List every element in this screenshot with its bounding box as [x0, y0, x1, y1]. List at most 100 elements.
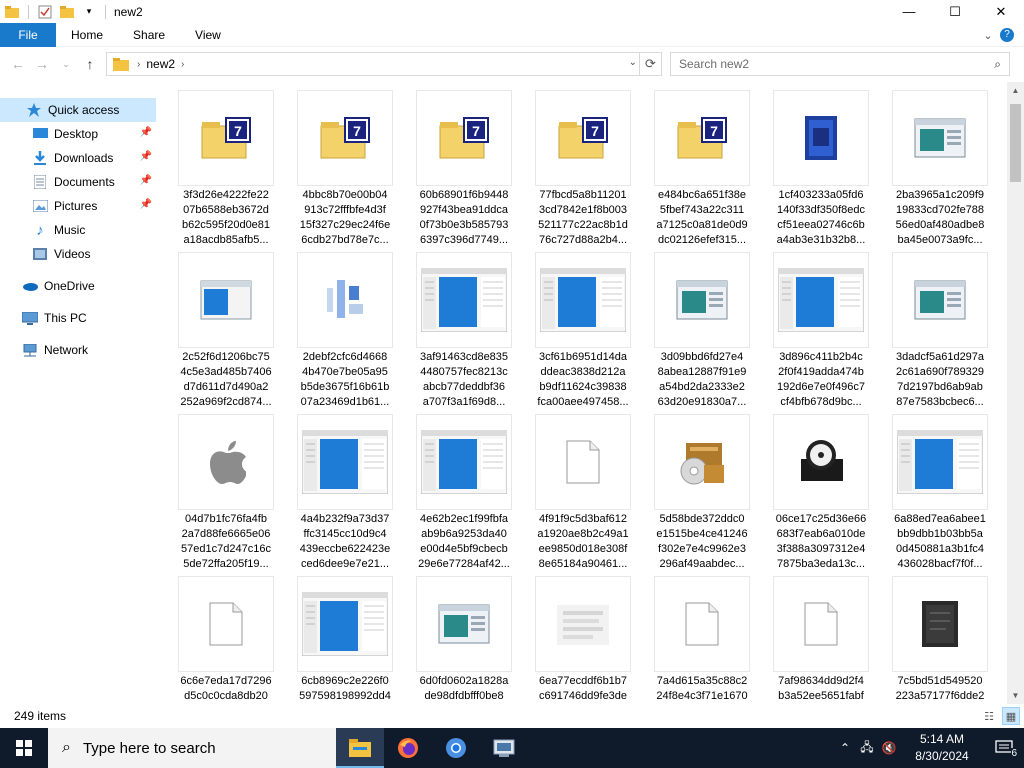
file-explorer-icon[interactable] [336, 728, 384, 768]
file-item[interactable]: 6d0fd0602a1828a de98dfdbfff0be8 [416, 568, 512, 704]
file-item[interactable]: 06ce17c25d36e66 683f7eab6a010de 3f388a30… [773, 406, 869, 570]
file-item[interactable]: 3dadcf5a61d297a 2c61a690f789329 7d2197bd… [892, 244, 988, 408]
network-icon[interactable]: 🖧 [856, 738, 878, 759]
file-item[interactable]: 4a4b232f9a73d37 ffc3145cc10d9c4 439eccbe… [297, 406, 393, 570]
folder-7z-icon: 7 [178, 90, 274, 186]
address-bar[interactable]: › new2 › ⌄ [106, 52, 640, 76]
file-item[interactable]: 4f91f9c5d3baf612 a1920ae8b2c49a1 ee9850d… [535, 406, 631, 570]
volume-muted-icon[interactable]: 🔇 [878, 741, 900, 755]
nav-label: OneDrive [44, 279, 95, 293]
notification-center-button[interactable]: 6 [984, 728, 1024, 768]
file-name: 1cf403233a05fd6 140f33df350f8edc cf51eea… [776, 189, 866, 246]
expand-ribbon-icon[interactable]: ⌄ [976, 29, 1000, 42]
pin-icon[interactable]: 📌 [140, 127, 152, 138]
nav-this-pc[interactable]: This PC [0, 306, 156, 330]
back-button[interactable]: ← [6, 52, 30, 76]
file-item[interactable]: 7 4bbc8b70e00b04 913c72fffbfe4d3f 15f327c… [297, 82, 393, 246]
start-button[interactable] [0, 728, 48, 768]
tab-share[interactable]: Share [118, 23, 180, 47]
customize-toolbar-icon[interactable]: ▾ [81, 4, 97, 20]
pin-icon[interactable]: 📌 [140, 199, 152, 210]
nav-music[interactable]: ♪ Music [0, 218, 156, 242]
recent-locations-button[interactable]: ⌄ [54, 52, 78, 76]
file-item[interactable]: 3d896c411b2b4c 2f0f419adda474b 192d6e7e0… [773, 244, 869, 408]
application-window-icon [892, 252, 988, 348]
file-item[interactable]: 7 77fbcd5a8b11201 3cd7842e1f8b003 521177c… [535, 82, 631, 246]
taskbar-search-box[interactable]: ⌕ Type here to search [48, 728, 336, 768]
installer-box-icon [773, 90, 869, 186]
file-name: 2c52f6d1206bc75 4c5e3ad485b7406 d7d611d7… [180, 351, 272, 408]
nav-network[interactable]: Network [0, 338, 156, 362]
search-icon: ⌕ [994, 57, 1001, 71]
tab-file[interactable]: File [0, 22, 56, 47]
properties-icon[interactable] [37, 4, 53, 20]
scroll-down-icon[interactable]: ▼ [1007, 687, 1024, 704]
chevron-up-icon[interactable]: ⌃ [834, 741, 856, 755]
file-item[interactable]: 2c52f6d1206bc75 4c5e3ad485b7406 d7d611d7… [178, 244, 274, 408]
nav-documents[interactable]: Documents 📌 [0, 170, 156, 194]
nav-desktop[interactable]: Desktop 📌 [0, 122, 156, 146]
file-item[interactable]: 3cf61b6951d14da ddeac3838d212a b9df11624… [535, 244, 631, 408]
file-item[interactable]: 2debf2cfc6d4668 4b470e7be05a95 b5de3675f… [297, 244, 393, 408]
firefox-icon[interactable] [384, 728, 432, 768]
vertical-scrollbar[interactable]: ▲ ▼ [1007, 82, 1024, 704]
new-folder-icon[interactable] [59, 4, 75, 20]
chevron-right-icon[interactable]: › [181, 59, 184, 70]
breadcrumb-new2[interactable]: new2 [146, 57, 175, 71]
file-item[interactable]: 7af98634dd9d2f4 b3a52ee5651fabf [773, 568, 869, 704]
file-item[interactable]: 6a88ed7ea6abee1 bb9dbb1b03bb5a 0d450881a… [892, 406, 988, 570]
network-app-icon[interactable] [480, 728, 528, 768]
nav-pictures[interactable]: Pictures 📌 [0, 194, 156, 218]
nav-videos[interactable]: Videos [0, 242, 156, 266]
nav-onedrive[interactable]: OneDrive [0, 274, 156, 298]
up-button[interactable]: ↑ [78, 52, 102, 76]
file-name: 3cf61b6951d14da ddeac3838d212a b9df11624… [537, 351, 629, 408]
file-name: 7a4d615a35c88c2 24f8e4c3f71e1670 [656, 675, 748, 702]
folder-icon [4, 4, 20, 20]
file-item[interactable]: 6cb8969c2e226f0 597598198992dd4 [297, 568, 393, 704]
svg-text:7: 7 [234, 123, 242, 139]
file-item[interactable]: 4e62b2ec1f99fbfa ab9b6a9253da40 e00d4e5b… [416, 406, 512, 570]
help-icon[interactable]: ? [1000, 28, 1014, 42]
address-dropdown-icon[interactable]: ⌄ [629, 57, 637, 68]
windows-logo-icon [16, 740, 32, 756]
file-item[interactable]: 7 3f3d26e4222fe22 07b6588eb3672d b62c595f… [178, 82, 274, 246]
file-name: 3dadcf5a61d297a 2c61a690f789329 7d2197bd… [895, 351, 985, 408]
scrollbar-thumb[interactable] [1010, 104, 1021, 182]
large-icons-view-icon[interactable]: ▦ [1002, 707, 1020, 725]
address-row: ← → ⌄ ↑ › new2 › ⌄ ⟳ Search new2 ⌕ [0, 48, 1024, 80]
file-item[interactable]: 04d7b1fc76fa4fb 2a7d88fe6665e06 57ed1c7d… [178, 406, 274, 570]
clock[interactable]: 5:14 AM 8/30/2024 [900, 731, 984, 765]
close-button[interactable]: ✕ [978, 0, 1024, 23]
file-item[interactable]: 3d09bbd6fd27e4 8abea12887f91e9 a54bd2da2… [654, 244, 750, 408]
nav-label: Desktop [54, 127, 99, 141]
file-name: 3d896c411b2b4c 2f0f419adda474b 192d6e7e0… [776, 351, 866, 408]
scroll-up-icon[interactable]: ▲ [1007, 82, 1024, 99]
pin-icon[interactable]: 📌 [140, 151, 152, 162]
details-view-icon[interactable]: ☷ [980, 707, 998, 725]
chrome-icon[interactable] [432, 728, 480, 768]
pin-icon[interactable]: 📌 [140, 175, 152, 186]
forward-button[interactable]: → [30, 52, 54, 76]
file-item[interactable]: 6ea77ecddf6b1b7 c691746dd9fe3de [535, 568, 631, 704]
file-item[interactable]: 5d58bde372ddc0 e1515be4ce41246 f302e7e4c… [654, 406, 750, 570]
nav-quick-access[interactable]: Quick access [0, 98, 156, 122]
minimize-button[interactable]: — [886, 0, 932, 23]
file-item[interactable]: 3af91463cd8e835 4480757fec8213c abcb77de… [416, 244, 512, 408]
file-item[interactable]: 7 60b68901f6b9448 927f43bea91ddca 0f73b0e… [416, 82, 512, 246]
tab-view[interactable]: View [180, 23, 236, 47]
file-item[interactable]: 1cf403233a05fd6 140f33df350f8edc cf51eea… [773, 82, 869, 246]
search-input[interactable]: Search new2 ⌕ [670, 52, 1010, 76]
file-name: 3af91463cd8e835 4480757fec8213c abcb77de… [419, 351, 509, 408]
refresh-button[interactable]: ⟳ [640, 52, 662, 76]
chevron-right-icon[interactable]: › [137, 59, 140, 70]
file-item[interactable]: 6c6e7eda17d7296 d5c0c0cda8db20 [178, 568, 274, 704]
nav-downloads[interactable]: Downloads 📌 [0, 146, 156, 170]
file-item[interactable]: 7c5bd51d549520 223a57177f6dde2 [892, 568, 988, 704]
tab-home[interactable]: Home [56, 23, 118, 47]
clock-date: 8/30/2024 [915, 749, 969, 763]
maximize-button[interactable]: ☐ [932, 0, 978, 23]
file-item[interactable]: 2ba3965a1c209f9 19833cd702fe788 56ed0af4… [892, 82, 988, 246]
file-item[interactable]: 7a4d615a35c88c2 24f8e4c3f71e1670 [654, 568, 750, 704]
file-item[interactable]: 7 e484bc6a651f38e 5fbef743a22c311 a7125c0… [654, 82, 750, 246]
